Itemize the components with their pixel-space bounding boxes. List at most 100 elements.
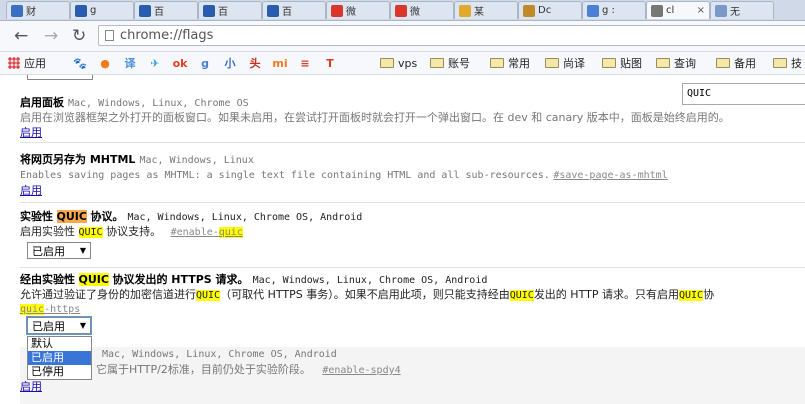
browser-tab[interactable]: 百: [134, 1, 198, 19]
experiment-description-prefix: 启用实验性: [20, 225, 75, 238]
experiment-quic: 实验性 QUIC 协议。 Mac, Windows, Linux, Chrome …: [20, 210, 805, 268]
back-button[interactable]: ←: [14, 26, 28, 46]
experiment-mhtml: 将网页另存为 MHTML Mac, Windows, Linux Enables …: [20, 153, 805, 203]
bookmark-folder-label: 尚译: [563, 57, 585, 70]
find-in-page-input[interactable]: QUIC: [682, 83, 805, 105]
bookmark-folder[interactable]: 账号: [430, 55, 470, 71]
experiment-name: 启用面板: [20, 96, 64, 109]
folder-icon: [430, 58, 444, 68]
experiment-anchor-link[interactable]: quic-https: [20, 304, 80, 315]
browser-tab[interactable]: 微: [326, 1, 390, 19]
tab-title: 财: [26, 7, 36, 18]
tab-favicon-icon: [715, 4, 727, 17]
browser-tab[interactable]: g :: [582, 1, 646, 19]
experiment-name-suffix: 协议。: [90, 210, 124, 223]
quic-select-value: 已启用: [32, 244, 65, 258]
enable-panels-link[interactable]: 启用: [20, 126, 42, 139]
close-tab-icon[interactable]: ×: [697, 5, 705, 16]
address-bar[interactable]: chrome://flags: [98, 25, 805, 46]
bookmark-folder[interactable]: 查询: [656, 55, 696, 71]
bookmark-folder-label: 备用: [734, 57, 756, 70]
experiment-name: 将网页另存为 MHTML: [20, 153, 136, 166]
experiment-name-suffix: 协议发出的 HTTPS 请求。: [112, 273, 249, 286]
reload-icon: ↻: [72, 26, 87, 46]
bookmark-folder[interactable]: 贴图: [602, 55, 642, 71]
google-icon[interactable]: g: [197, 55, 213, 71]
t-icon[interactable]: T: [322, 55, 338, 71]
experiment-anchor-link[interactable]: #enable-spdy4: [322, 365, 400, 376]
experiment-description-match: QUIC: [678, 290, 704, 301]
anchor-match: quic: [20, 304, 45, 315]
folder-icon: [602, 58, 616, 68]
forward-button[interactable]: →: [44, 26, 58, 46]
tab-favicon-icon: [651, 4, 663, 17]
dropdown-option[interactable]: 已停用: [28, 365, 91, 379]
tab-title: 微: [410, 7, 420, 18]
bird-icon[interactable]: ✈: [147, 55, 163, 71]
baidu-paw-icon[interactable]: 🐾: [72, 55, 88, 71]
tab-title: 某: [474, 7, 484, 18]
browser-tab[interactable]: 微: [390, 1, 454, 19]
bookmark-folder[interactable]: 常用: [490, 55, 530, 71]
folder-icon: [545, 58, 559, 68]
experiment-description-match: QUIC: [509, 290, 534, 301]
dropdown-option[interactable]: 默认: [28, 337, 91, 351]
browser-tab[interactable]: 某: [454, 1, 518, 19]
experiment-name-match: QUIC: [56, 210, 87, 223]
dropdown-option[interactable]: 已启用: [28, 351, 91, 365]
hua-icon[interactable]: 头: [247, 55, 263, 71]
flags-content: 启用面板 Mac, Windows, Linux, Chrome OS 启用在浏览…: [0, 75, 805, 404]
bookmark-folder[interactable]: 技: [773, 55, 802, 71]
enable-spdy4-link[interactable]: 启用: [20, 380, 42, 393]
experiment-name-prefix: 经由实验性: [20, 273, 75, 286]
reload-button[interactable]: ↻: [72, 26, 86, 46]
xiao-icon[interactable]: 小: [222, 55, 238, 71]
quic-select[interactable]: 已启用 ▼: [27, 242, 91, 259]
experiment-description-suffix: 协议支持。: [106, 225, 162, 238]
experiment-description: 启用在浏览器框架之外打开的面板窗口。如果未启用，在尝试打开面板时就会打开一个弹出…: [20, 111, 730, 124]
experiment-description-part3: 发出的 HTTP 请求。只有启用: [533, 288, 679, 301]
browser-tab[interactable]: 百: [198, 1, 262, 19]
mi-icon[interactable]: mi: [272, 55, 288, 71]
experiment-description-part1: 允许通过验证了身份的加密信道进行: [20, 288, 196, 301]
tab-title: 百: [282, 7, 292, 18]
tab-strip: 财 g 百 百 百 微 微 某 Dc g : cl × 无: [0, 0, 805, 21]
browser-tab[interactable]: 百: [262, 1, 326, 19]
bookmark-apps[interactable]: 应用: [8, 55, 46, 71]
browser-tab[interactable]: Dc: [518, 1, 582, 19]
experiment-name-match: QUIC: [78, 273, 109, 286]
bookmark-folder-label: 账号: [448, 57, 470, 70]
experiment-platforms: Mac, Windows, Linux, Chrome OS, Android: [127, 212, 363, 223]
experiment-anchor-link[interactable]: #enable-quic: [171, 227, 243, 238]
partial-select[interactable]: [27, 75, 93, 80]
tab-favicon-icon: [139, 4, 151, 17]
bookmark-folder-label: vps: [398, 56, 418, 70]
bookmark-folder[interactable]: 尚译: [545, 55, 585, 71]
anchor-prefix: #enable-: [170, 227, 219, 238]
ok-icon[interactable]: ok: [172, 55, 188, 71]
bookmark-folder[interactable]: 备用: [716, 55, 756, 71]
quic-https-select[interactable]: 已启用 ▼: [26, 316, 92, 335]
bookmark-folder[interactable]: vps: [380, 55, 417, 71]
enable-mhtml-link[interactable]: 启用: [20, 184, 42, 197]
tab-favicon-icon: [11, 4, 23, 17]
anchor-suffix: -https: [44, 304, 81, 315]
bookmark-folder-label: 技: [791, 57, 802, 70]
experiment-description: Enables saving pages as MHTML: a single …: [20, 170, 550, 181]
chevron-down-icon: ▼: [79, 246, 86, 255]
experiment-platforms: Mac, Windows, Linux, Chrome OS, Android: [102, 349, 337, 360]
tab-title: g: [90, 5, 97, 16]
stack-icon[interactable]: ≡: [297, 55, 313, 71]
tab-favicon-icon: [395, 4, 407, 17]
experiment-anchor-link[interactable]: #save-page-as-mhtml: [553, 170, 667, 181]
orange-bookmark-icon[interactable]: ●: [97, 55, 113, 71]
translate-icon[interactable]: 译: [122, 55, 138, 71]
browser-tab[interactable]: g: [70, 1, 134, 19]
browser-tab[interactable]: 无: [710, 1, 774, 19]
browser-tab[interactable]: 财: [6, 1, 70, 19]
tab-title: 百: [218, 7, 228, 18]
experiment-platforms: Mac, Windows, Linux: [139, 155, 254, 166]
experiment-platforms: Mac, Windows, Linux, Chrome OS: [68, 98, 249, 109]
browser-tab[interactable]: cl ×: [646, 1, 710, 19]
experiment-quic-https: 经由实验性 QUIC 协议发出的 HTTPS 请求。 Mac, Windows, …: [20, 273, 805, 347]
